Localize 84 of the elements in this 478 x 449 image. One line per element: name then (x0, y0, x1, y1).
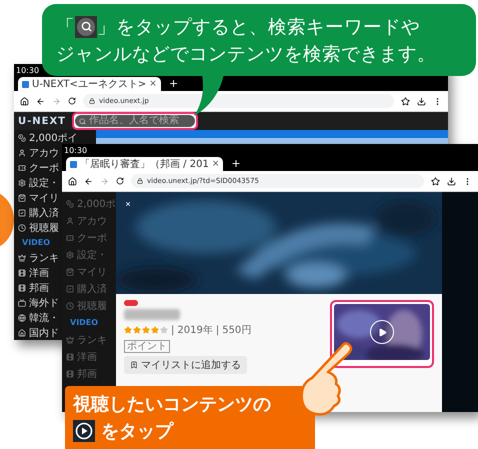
new-tab-button[interactable]: + (231, 157, 241, 171)
status-time: 10:30 (64, 146, 88, 154)
tv-icon (18, 298, 26, 306)
search-placeholder: 作品名、人名で検索 (89, 115, 180, 127)
lock-icon (137, 178, 143, 184)
settings-icon (18, 178, 26, 186)
tab-close-button[interactable]: × (212, 159, 220, 169)
crown-icon (66, 336, 74, 344)
tab-close-button[interactable]: × (149, 79, 157, 89)
film-icon (66, 370, 74, 378)
new-badge (124, 300, 138, 306)
film-icon (18, 284, 26, 292)
reload-icon[interactable] (68, 97, 76, 105)
sidebar-item[interactable]: 設定・ (29, 176, 59, 190)
play-icon (378, 328, 386, 336)
favicon-icon (70, 160, 77, 168)
back-icon[interactable] (36, 96, 45, 106)
search-icon (75, 16, 97, 38)
section-heading: VIDEO (69, 318, 98, 327)
search-icon (79, 118, 86, 124)
home-icon[interactable] (20, 96, 29, 106)
sidebar-item[interactable]: 海外ド (29, 296, 59, 310)
blurred-title (124, 309, 180, 320)
sidebar-item[interactable]: 視聴履 (29, 220, 59, 234)
section-heading: VIDEO (21, 238, 50, 247)
sidebar-item[interactable]: 国内ド (29, 326, 59, 340)
house-icon (18, 328, 26, 336)
lock-icon (89, 98, 95, 104)
browser-tab[interactable]: U-NEXT<ユーネクスト> × (18, 77, 161, 91)
tab-title: U-NEXT<ユーネクスト> (32, 78, 146, 91)
download-icon[interactable] (417, 96, 426, 106)
sidebar-item[interactable]: 邦画 (29, 280, 49, 294)
sidebar-item[interactable]: 韓流・ (29, 310, 59, 324)
sidebar-item[interactable]: クーポ (29, 160, 59, 174)
point-tag: ポイント (124, 340, 170, 353)
reload-icon[interactable] (116, 177, 124, 185)
bag-icon (18, 194, 26, 202)
download-icon[interactable] (447, 176, 456, 186)
coin-icon (18, 134, 26, 142)
clock-icon (66, 302, 74, 310)
checkbox-icon (18, 208, 26, 216)
points-label: 2,000ポイ (29, 132, 78, 144)
site-logo[interactable]: U-NEXT (18, 116, 66, 126)
play-button[interactable] (370, 320, 394, 344)
sidebar-item[interactable]: 洋画 (29, 266, 49, 280)
home-icon[interactable] (68, 176, 77, 186)
callout-bracket: 「 (56, 16, 75, 39)
bookmark-star-icon[interactable] (401, 96, 410, 106)
user-icon (18, 148, 26, 156)
favicon-icon (22, 80, 29, 88)
sidebar-item[interactable]: 購入済 (29, 206, 59, 220)
sidebar-item[interactable]: アカウ (29, 146, 59, 160)
coin-icon (66, 200, 74, 208)
back-icon[interactable] (84, 176, 93, 186)
callout-text: 」をタップすると、検索キーワードや (97, 16, 420, 39)
user-icon (66, 216, 74, 224)
callout-text: ジャンルなどでコンテンツを検索できます。 (56, 43, 436, 66)
bookmark-plus-icon (130, 361, 138, 369)
separator-text: | (216, 324, 220, 336)
points-label: 2,000ポ (77, 198, 116, 210)
new-tab-button[interactable]: + (168, 77, 178, 91)
crown-icon (18, 254, 26, 262)
status-time: 10:30 (16, 66, 40, 74)
release-year: 2019年 (177, 324, 213, 337)
checkbox-icon (66, 284, 74, 292)
instruction-text: 視聴したいコンテンツの (73, 393, 271, 416)
bag-icon (66, 268, 74, 276)
sidebar-item[interactable]: ランキ (29, 250, 59, 264)
ticket-icon (66, 234, 74, 242)
settings-icon (66, 250, 74, 258)
bookmark-star-icon[interactable] (431, 176, 440, 186)
film-icon (66, 352, 74, 360)
separator-text: | (171, 324, 174, 336)
sidebar-item[interactable]: マイリ (29, 190, 59, 204)
clock-icon (18, 224, 26, 232)
ticket-icon (18, 164, 26, 172)
add-to-mylist-button[interactable]: マイリストに追加する (124, 356, 247, 374)
tab-title: 「居眠り審査」（邦画 / 201 (80, 158, 209, 171)
price-text: 550円 (222, 324, 252, 337)
browser-tab[interactable]: 「居眠り審査」（邦画 / 201 × (66, 157, 224, 171)
film-icon (18, 268, 26, 276)
globe-icon (18, 314, 26, 322)
instruction-text: をタップ (101, 420, 173, 443)
play-icon (73, 420, 95, 442)
